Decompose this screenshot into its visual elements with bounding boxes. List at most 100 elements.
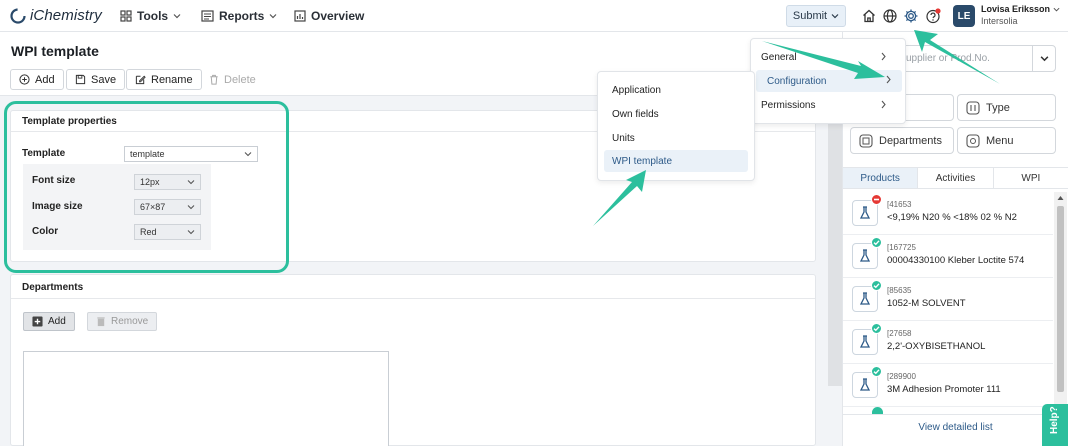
scroll-thumb[interactable]: [1057, 206, 1064, 392]
type-button[interactable]: Type: [957, 94, 1056, 121]
menu-label: Menu: [986, 134, 1014, 147]
rename-label: Rename: [151, 73, 193, 86]
menu-item-application[interactable]: Application: [612, 80, 661, 100]
save-label: Save: [91, 73, 117, 86]
error-status-icon: [871, 194, 882, 205]
menu-button[interactable]: Menu: [957, 127, 1056, 154]
department-add-label: Add: [48, 316, 66, 327]
product-code: [27658: [887, 329, 912, 338]
check-status-icon: [871, 366, 882, 377]
department-remove-button[interactable]: Remove: [87, 312, 158, 331]
search-dropdown-toggle[interactable]: [1032, 45, 1056, 72]
grid-icon: [120, 10, 132, 22]
nav-tools[interactable]: Tools: [120, 6, 181, 26]
user-organization: Intersolia: [981, 16, 1018, 26]
search-placeholder: supplier or Prod.No.: [901, 53, 990, 64]
product-name: 00004330100 Kleber Loctite 574: [887, 255, 1025, 266]
nav-overview-label: Overview: [311, 9, 365, 23]
save-button[interactable]: Save: [66, 69, 126, 90]
check-status-icon: [871, 323, 882, 334]
help-tab[interactable]: Help?: [1042, 404, 1068, 446]
department-remove-label: Remove: [111, 316, 149, 327]
delete-button[interactable]: Delete: [200, 69, 265, 90]
product-name: <9,19% N20 % <18% 02 % N2: [887, 212, 1017, 223]
page-title: WPI template: [11, 43, 99, 59]
report-icon: [201, 10, 214, 22]
gear-icon[interactable]: [903, 8, 919, 24]
menu-icon: [966, 133, 980, 148]
tab-activities[interactable]: Activities: [918, 168, 994, 188]
main-scrollbar[interactable]: [828, 96, 842, 386]
nav-tools-label: Tools: [137, 9, 169, 23]
nav-reports-label: Reports: [219, 9, 265, 23]
scroll-up-icon[interactable]: [1054, 192, 1067, 204]
departments-btn-label: Departments: [879, 134, 942, 147]
help-label: Help?: [1049, 406, 1060, 434]
chevron-down-icon: [269, 14, 277, 19]
save-icon: [75, 74, 86, 85]
rename-button[interactable]: Rename: [126, 69, 202, 90]
app-logo[interactable]: iChemistry: [10, 7, 102, 24]
app-name: iChemistry: [30, 7, 102, 24]
view-detailed-list-link[interactable]: View detailed list: [843, 422, 1068, 433]
plus-square-icon: [32, 316, 43, 327]
globe-icon[interactable]: [882, 8, 898, 24]
divider: [843, 414, 1068, 415]
menu-item-units[interactable]: Units: [612, 128, 635, 148]
check-status-icon: [871, 280, 882, 291]
chevron-down-icon: [1053, 7, 1060, 12]
product-name: 2,2'-OXYBISETHANOL: [887, 341, 986, 352]
menu-configuration-label: Configuration: [767, 75, 827, 87]
highlight-frame: [4, 101, 289, 273]
tab-wpi[interactable]: WPI: [994, 168, 1068, 188]
menu-item-configuration[interactable]: Configuration: [756, 70, 902, 92]
product-code: [41653: [887, 200, 912, 209]
list-item[interactable]: [289900 3M Adhesion Promoter 111: [843, 364, 1053, 407]
menu-item-permissions[interactable]: Permissions: [761, 95, 897, 115]
nav-reports[interactable]: Reports: [201, 6, 277, 26]
delete-label: Delete: [224, 73, 256, 86]
chevron-down-icon: [173, 14, 181, 19]
nav-overview[interactable]: Overview: [294, 6, 364, 26]
product-code: [85635: [887, 286, 912, 295]
type-label: Type: [986, 101, 1010, 114]
list-item[interactable]: [27658 2,2'-OXYBISETHANOL: [843, 321, 1053, 364]
product-code: [167725: [887, 243, 916, 252]
avatar[interactable]: LE: [953, 5, 975, 27]
menu-general-label: General: [761, 51, 797, 63]
chevron-down-icon: [1040, 56, 1049, 62]
menu-item-own-fields[interactable]: Own fields: [612, 104, 659, 124]
trash-icon: [210, 74, 218, 85]
settings-menu: General Configuration Permissions: [750, 38, 906, 124]
chevron-down-icon: [831, 14, 839, 19]
tab-products[interactable]: Products: [843, 168, 919, 188]
menu-permissions-label: Permissions: [761, 99, 816, 111]
right-panel-tabs: Products Activities WPI: [843, 167, 1068, 189]
list-item[interactable]: [85635 1052-M SOLVENT: [843, 278, 1053, 321]
check-status-icon: [872, 407, 883, 414]
list-item[interactable]: [167725 00004330100 Kleber Loctite 574: [843, 235, 1053, 278]
departments-title: Departments: [22, 282, 84, 293]
divider: [11, 298, 815, 299]
menu-item-wpi-template[interactable]: WPI template: [604, 150, 748, 172]
user-menu[interactable]: Lovisa Eriksson: [981, 4, 1060, 14]
chevron-right-icon: [881, 100, 886, 109]
product-name: 3M Adhesion Promoter 111: [887, 384, 1001, 395]
departments-button[interactable]: Departments: [850, 127, 954, 154]
department-add-button[interactable]: Add: [23, 312, 75, 331]
chevron-right-icon: [886, 75, 891, 84]
ichemistry-logo-icon: [10, 7, 26, 24]
home-icon[interactable]: [861, 8, 877, 24]
submit-label: Submit: [792, 10, 828, 22]
menu-item-general[interactable]: General: [761, 47, 897, 67]
help-icon[interactable]: [925, 8, 941, 24]
chevron-right-icon: [881, 52, 886, 61]
product-name: 1052-M SOLVENT: [887, 298, 966, 309]
type-icon: [966, 100, 980, 115]
add-label: Add: [35, 73, 55, 86]
departments-list[interactable]: [23, 351, 389, 446]
list-item[interactable]: [41653 <9,19% N20 % <18% 02 % N2: [843, 192, 1053, 235]
add-button[interactable]: Add: [10, 69, 64, 90]
submit-button[interactable]: Submit: [786, 5, 846, 27]
configuration-submenu: Application Own fields Units WPI templat…: [597, 71, 755, 181]
